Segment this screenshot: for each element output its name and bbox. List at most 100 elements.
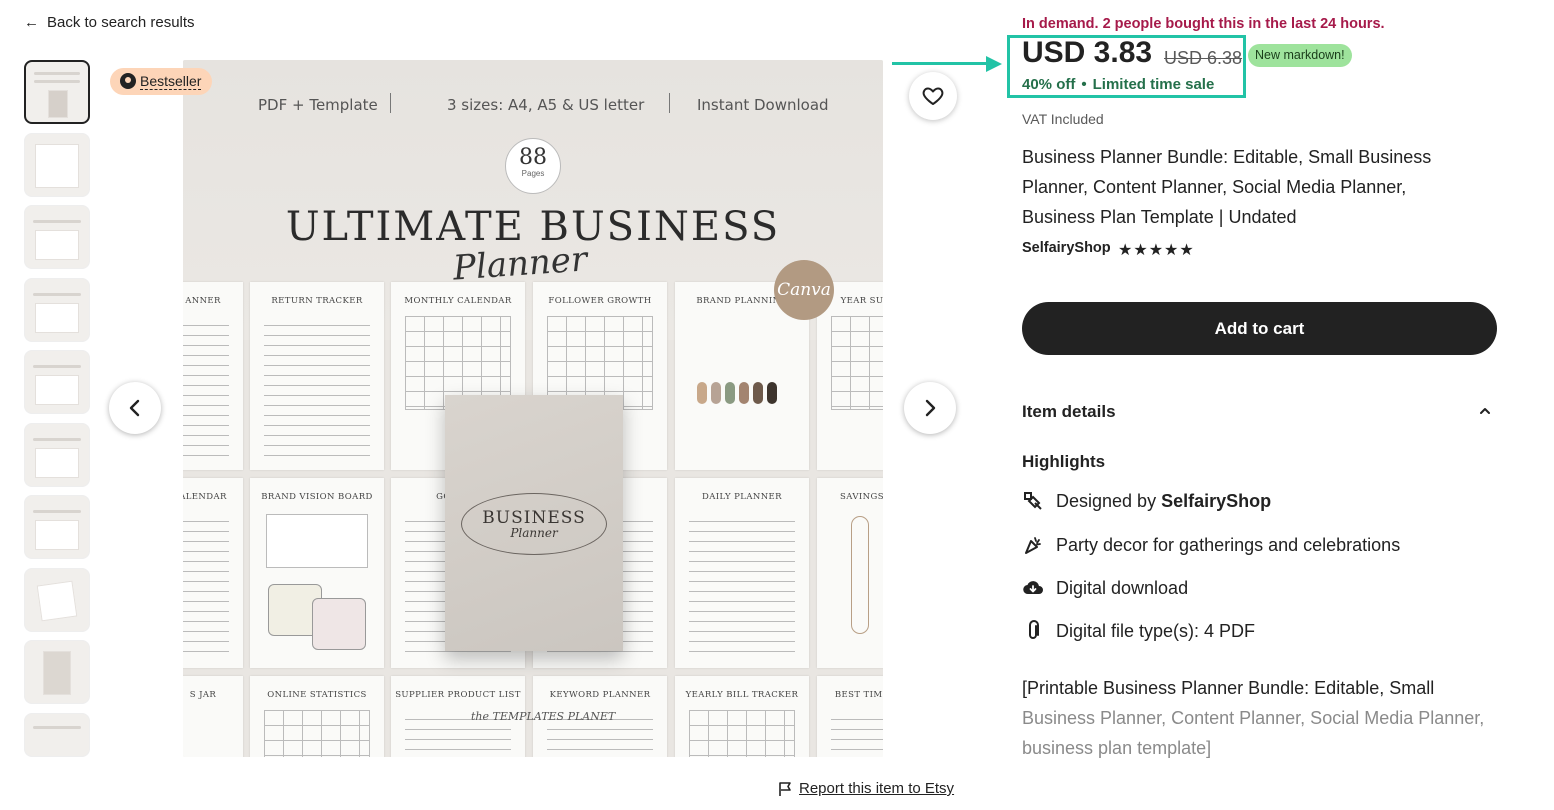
thumb-decor <box>35 230 79 260</box>
planner-sheet: S JAR <box>183 676 243 757</box>
item-details-toggle[interactable]: Item details <box>1022 402 1492 422</box>
hero-subtitle-sizes: 3 sizes: A4, A5 & US letter <box>447 96 645 114</box>
flag-icon <box>779 781 791 796</box>
hero-separator <box>390 93 391 113</box>
highlight-party-decor: Party decor for gatherings and celebrati… <box>1022 534 1400 556</box>
listing-title: Business Planner Bundle: Editable, Small… <box>1022 147 1432 227</box>
thumb-decor <box>33 725 81 729</box>
paperclip-icon <box>1022 620 1044 642</box>
thumb-decor <box>33 437 81 441</box>
previous-image-button[interactable] <box>109 382 161 434</box>
vision-board-box <box>266 514 368 568</box>
planner-cover: BUSINESS Planner <box>445 395 623 651</box>
highlight-designed-by: Designed by SelfairyShop <box>1022 490 1271 512</box>
sheet-title: S JAR <box>189 690 217 700</box>
planner-sheet: ALENDAR <box>183 478 243 668</box>
thumbnail-4[interactable] <box>24 277 90 342</box>
sheet-title: ANNER <box>185 296 221 306</box>
cover-script: Planner <box>510 526 558 540</box>
report-label: Report this item to Etsy <box>799 780 955 797</box>
thumb-decor <box>35 302 79 333</box>
sheet-lines <box>689 512 795 654</box>
highlight-file-type: Digital file type(s): 4 PDF <box>1022 620 1255 642</box>
rating-stars[interactable]: ★★★★★ <box>1118 240 1195 260</box>
report-item-link[interactable]: Report this item to Etsy <box>777 780 954 797</box>
discount-line: 40% off • Limited time sale <box>1022 76 1214 93</box>
planner-sheet: DAILY PLANNER <box>675 478 809 668</box>
canva-badge: Canva <box>774 260 834 320</box>
swatch <box>725 382 735 404</box>
heart-icon <box>922 87 944 105</box>
sheet-lines <box>183 316 229 456</box>
bestseller-label: Bestseller <box>140 73 202 90</box>
sheet-title: SAVINGS <box>840 492 883 502</box>
thumb-decor <box>35 143 79 188</box>
designer-icon <box>1022 490 1044 512</box>
thumb-decor <box>34 72 80 75</box>
hero-separator <box>669 93 670 113</box>
planner-sheet: BRAND VISION BOARD <box>250 478 384 668</box>
thumb-decor <box>36 580 78 621</box>
thumbnail-10[interactable] <box>24 712 90 757</box>
thumb-decor <box>35 447 79 478</box>
designed-by-prefix: Designed by <box>1056 490 1157 511</box>
new-markdown-badge: New markdown! <box>1248 44 1352 67</box>
color-swatches <box>697 382 777 404</box>
chevron-right-icon <box>925 399 936 417</box>
bestseller-badge[interactable]: Bestseller <box>110 68 213 95</box>
thumbnail-3[interactable] <box>24 205 90 269</box>
thumb-decor <box>43 651 71 695</box>
digital-download-text: Digital download <box>1056 577 1189 598</box>
original-price: USD 6.38 <box>1164 48 1243 68</box>
back-to-search-link[interactable]: ← Back to search results <box>24 14 195 31</box>
favorite-button[interactable] <box>909 72 957 120</box>
sheet-grid <box>264 710 370 757</box>
planner-sheet: BEST TIME <box>817 676 883 757</box>
sheet-lines <box>183 512 229 654</box>
planner-sheet: RETURN TRACKER <box>250 282 384 470</box>
current-price: USD 3.83 <box>1022 36 1153 69</box>
planner-sheet: ONLINE STATISTICS <box>250 676 384 757</box>
sheet-title: ALENDAR <box>183 492 227 502</box>
thumbnail-1[interactable] <box>24 60 90 124</box>
cover-title: BUSINESS <box>482 508 586 528</box>
vat-note: VAT Included <box>1022 111 1104 127</box>
thumbnail-2[interactable] <box>24 132 90 197</box>
demand-notice: In demand. 2 people bought this in the l… <box>1022 16 1385 32</box>
savings-thermometer <box>851 516 869 634</box>
party-popper-icon <box>1022 534 1044 556</box>
sheet-title: KEYWORD PLANNER <box>549 690 651 700</box>
planner-sheet: SAVINGS <box>817 478 883 668</box>
sheet-grid <box>831 316 883 410</box>
cloud-download-icon <box>1022 577 1044 599</box>
thumbnail-9[interactable] <box>24 640 90 704</box>
thumb-decor <box>33 365 81 368</box>
back-link-label: Back to search results <box>47 14 195 31</box>
next-image-button[interactable] <box>904 382 956 434</box>
thumbnail-8[interactable] <box>24 567 90 632</box>
thumb-decor <box>34 80 80 83</box>
thumbnail-5[interactable] <box>24 350 90 414</box>
sheet-title: BEST TIME <box>834 690 883 700</box>
sheet-title: YEARLY BILL TRACKER <box>685 690 799 700</box>
sheet-title: DAILY PLANNER <box>702 492 782 502</box>
sheet-title: ONLINE STATISTICS <box>267 690 367 700</box>
sheet-lines <box>831 710 883 757</box>
add-to-cart-button[interactable]: Add to cart <box>1022 302 1497 355</box>
arrow-left-icon: ← <box>24 14 39 31</box>
thumb-decor <box>33 292 81 296</box>
separator-dot: • <box>1081 76 1087 93</box>
highlights-heading: Highlights <box>1022 452 1106 471</box>
watermark: the TEMPLATES PLANET <box>471 710 616 723</box>
description-faded: Business Planner, Content Planner, Socia… <box>1022 708 1485 758</box>
thumbnail-7[interactable] <box>24 495 90 559</box>
listing-description: [Printable Business Planner Bundle: Edit… <box>1022 673 1492 763</box>
thumb-decor <box>35 520 79 550</box>
sheet-grid <box>689 710 795 757</box>
planner-sheet: ANNER <box>183 282 243 470</box>
shop-name-link[interactable]: SelfairyShop <box>1022 240 1111 256</box>
designed-by-shop[interactable]: SelfairyShop <box>1161 491 1271 511</box>
planner-sheet: YEAR SU <box>817 282 883 470</box>
thumbnail-6[interactable] <box>24 422 90 487</box>
sheet-title: SUPPLIER PRODUCT LIST <box>395 690 521 700</box>
